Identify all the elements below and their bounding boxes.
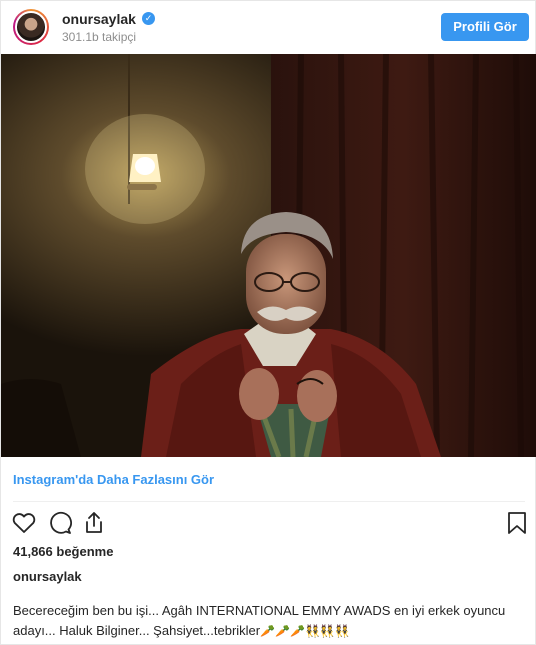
caption-username[interactable]: onursaylak: [13, 569, 82, 584]
post-header: onursaylak ✓ 301.1b takipçi Profili Gör: [1, 1, 536, 53]
heart-icon[interactable]: [11, 510, 37, 536]
avatar[interactable]: [15, 11, 47, 43]
like-count[interactable]: 41,866 beğenme: [13, 544, 113, 559]
bookmark-icon[interactable]: [504, 510, 530, 536]
instagram-embed-card: onursaylak ✓ 301.1b takipçi Profili Gör: [0, 0, 536, 645]
more-on-instagram-link[interactable]: Instagram'da Daha Fazlasını Gör: [13, 472, 214, 487]
avatar-ring[interactable]: [13, 9, 49, 45]
follower-count: 301.1b takipçi: [62, 30, 137, 44]
divider: [13, 501, 525, 502]
verified-badge-icon: ✓: [142, 12, 155, 25]
post-photo-illustration: [1, 54, 536, 457]
caption-text-block: Becereceğim ben bu işi... Agâh INTERNATI…: [13, 601, 528, 641]
view-profile-button[interactable]: Profili Gör: [441, 13, 529, 41]
share-icon[interactable]: [81, 510, 107, 536]
header-username[interactable]: onursaylak: [62, 11, 136, 27]
caption-emojis: 🥕🥕🥕👯👯👯: [260, 624, 350, 638]
post-image[interactable]: [1, 54, 536, 457]
comment-icon[interactable]: [47, 510, 73, 536]
